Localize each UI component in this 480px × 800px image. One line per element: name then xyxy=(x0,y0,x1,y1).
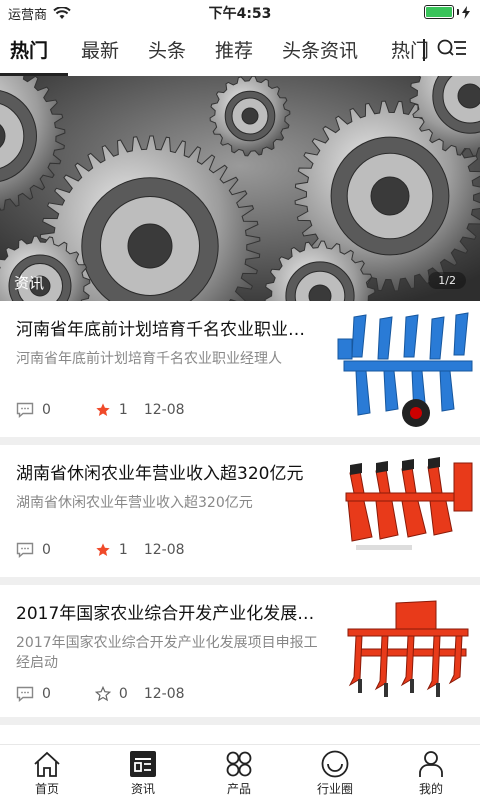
comment-count-value: 0 xyxy=(42,402,51,418)
circle-icon xyxy=(321,750,349,778)
news-item-2[interactable]: 湖南省休闲农业年营业收入超320亿元 湖南省休闲农业年营业收入超320亿元 0 … xyxy=(0,445,480,581)
star-filled-icon xyxy=(96,403,110,416)
nav-news[interactable]: 资讯 xyxy=(113,749,173,797)
tab-headline-news[interactable]: 头条资讯 xyxy=(282,36,358,63)
comment-count: 0 xyxy=(16,402,51,418)
like-count-value: 1 xyxy=(118,542,128,558)
nav-industry-circle-label: 行业圈 xyxy=(316,782,353,796)
tab-divider xyxy=(423,39,425,61)
comment-icon xyxy=(16,402,34,418)
news-icon xyxy=(130,751,156,777)
comment-icon xyxy=(16,542,34,558)
list-separator xyxy=(0,717,480,725)
news-meta: 0 1 12-08 xyxy=(16,542,185,558)
news-summary: 2017年国家农业综合开发产业化发展项目申报工经启动 xyxy=(16,635,318,671)
news-thumbnail xyxy=(336,453,480,573)
products-icon xyxy=(226,751,252,777)
news-date: 12-08 xyxy=(143,686,185,702)
like-count-value: 0 xyxy=(118,686,128,702)
nav-industry-circle[interactable]: 行业圈 xyxy=(305,749,365,797)
status-bar: 运营商 下午4:53 xyxy=(0,0,480,24)
news-date: 12-08 xyxy=(143,542,185,558)
like-count[interactable]: 0 xyxy=(94,686,128,702)
tab-hot[interactable]: 热门 xyxy=(10,36,48,63)
gear-hub xyxy=(457,83,480,109)
bottom-navigation: 首页 资讯 产品 行业圈 我的 xyxy=(0,744,480,800)
comment-count-value: 0 xyxy=(42,686,51,702)
comment-count: 0 xyxy=(16,542,51,558)
like-count[interactable]: 1 xyxy=(95,402,128,418)
comment-count: 0 xyxy=(16,686,51,702)
battery-cap xyxy=(457,9,459,15)
comment-icon xyxy=(16,686,34,702)
star-outline-icon xyxy=(94,686,111,702)
nav-news-label: 资讯 xyxy=(130,782,155,796)
news-summary: 河南省年底前计划培育千名农业职业经理人 xyxy=(16,351,282,367)
news-item-1[interactable]: 河南省年底前计划培育千名农业职业经理人 河南省年底前计划培育千名农业职业经理人 … xyxy=(0,301,480,437)
star-filled-icon xyxy=(96,543,110,556)
battery-icon xyxy=(424,5,454,19)
news-meta: 0 1 12-08 xyxy=(16,402,185,418)
news-title: 湖南省休闲农业年营业收入超320亿元 xyxy=(16,464,304,484)
news-meta: 0 0 12-08 xyxy=(16,686,185,702)
tab-headlines[interactable]: 头条 xyxy=(148,36,186,63)
category-tabs: 热门 最新 头条 推荐 头条资讯 热门 xyxy=(0,24,428,76)
banner-pager: 1/2 xyxy=(428,272,466,289)
status-time: 下午4:53 xyxy=(208,6,272,22)
category-tab-bar: 热门 最新 头条 推荐 头条资讯 热门 xyxy=(0,24,480,76)
comment-count-value: 0 xyxy=(42,542,51,558)
news-date: 12-08 xyxy=(143,402,185,418)
news-summary: 湖南省休闲农业年营业收入超320亿元 xyxy=(16,495,253,511)
status-right xyxy=(424,5,470,19)
list-separator xyxy=(0,577,480,585)
news-title: 2017年国家农业综合开发产业化发展项目申报工经启动 xyxy=(16,604,316,624)
nav-home-label: 首页 xyxy=(34,782,59,796)
like-count[interactable]: 1 xyxy=(95,542,128,558)
news-thumbnail xyxy=(336,309,480,429)
news-title: 河南省年底前计划培育千名农业职业经理人 xyxy=(16,320,316,340)
gears-photo xyxy=(0,76,480,301)
news-thumbnail xyxy=(336,593,480,713)
charging-icon xyxy=(462,5,470,19)
home-icon xyxy=(34,751,60,777)
featured-banner[interactable]: 资讯 1/2 xyxy=(0,76,480,301)
gear-hub xyxy=(370,176,410,216)
tab-latest[interactable]: 最新 xyxy=(81,36,119,63)
nav-home[interactable]: 首页 xyxy=(17,749,77,797)
tab-menu-search-icon[interactable] xyxy=(436,36,468,64)
news-item-3[interactable]: 2017年国家农业综合开发产业化发展项目申报工经启动 2017年国家农业综合开发… xyxy=(0,585,480,721)
nav-profile[interactable]: 我的 xyxy=(401,749,461,797)
gear-hub xyxy=(241,107,259,125)
banner-caption: 资讯 xyxy=(14,274,45,292)
list-separator xyxy=(0,437,480,445)
like-count-value: 1 xyxy=(118,402,128,418)
user-icon xyxy=(419,751,443,777)
nav-products-label: 产品 xyxy=(226,782,251,796)
nav-products[interactable]: 产品 xyxy=(209,749,269,797)
nav-profile-label: 我的 xyxy=(418,782,443,796)
gear-hub xyxy=(127,223,173,269)
tab-recommended[interactable]: 推荐 xyxy=(215,36,253,63)
